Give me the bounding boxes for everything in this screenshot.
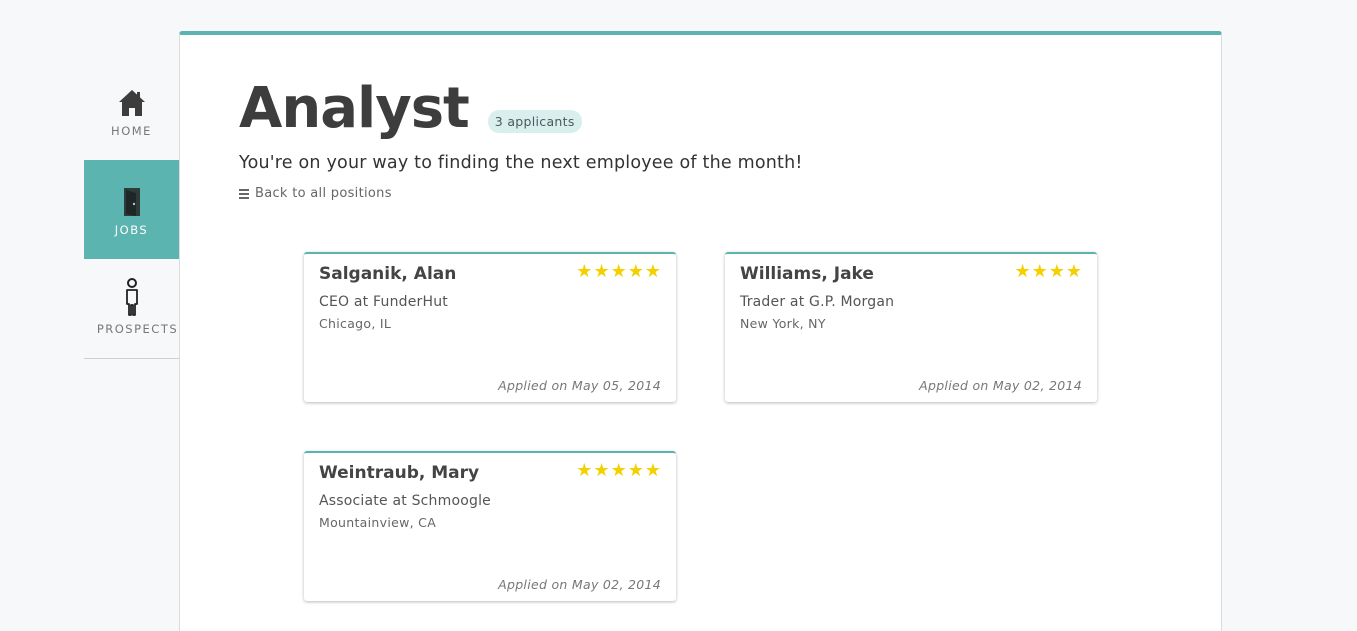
star-icon: ★: [627, 460, 644, 481]
back-to-positions-link[interactable]: Back to all positions: [239, 186, 392, 201]
nav-label-prospects: PROSPECTS: [96, 321, 179, 336]
star-icon: ★: [610, 261, 627, 282]
applicant-location: Mountainview, CA: [319, 515, 437, 530]
star-icon: ★: [593, 460, 610, 481]
applicant-card[interactable]: Salganik, Alan ★ ★ ★ ★ ★ CEO at FunderHut Ch…: [304, 252, 676, 402]
star-icon: ★: [593, 261, 610, 282]
star-icon: ★: [627, 261, 644, 282]
applicant-name: Weintraub, Mary: [319, 463, 480, 483]
title-row: Analyst 3 applicants: [239, 75, 582, 143]
star-icon: ★: [644, 460, 661, 481]
nav-item-jobs[interactable]: JOBS: [84, 160, 179, 259]
applicant-card[interactable]: Weintraub, Mary ★ ★ ★ ★ ★ Associate at Schmo…: [304, 451, 676, 601]
applicant-role: Associate at Schmoogle: [319, 493, 491, 509]
rating-stars: ★ ★ ★ ★ ★: [576, 462, 661, 480]
applied-date: Applied on May 05, 2014: [498, 378, 661, 393]
applicant-location: Chicago, IL: [319, 316, 392, 331]
nav-label-jobs: JOBS: [114, 222, 149, 237]
applied-date: Applied on May 02, 2014: [919, 378, 1082, 393]
applicant-name: Salganik, Alan: [319, 264, 457, 284]
nav-item-home[interactable]: HOME: [84, 61, 179, 160]
door-icon: [123, 183, 141, 217]
nav-item-prospects[interactable]: PROSPECTS: [84, 259, 179, 359]
home-icon: [118, 84, 146, 118]
applicant-role: Trader at G.P. Morgan: [740, 294, 895, 310]
star-icon: ★: [576, 261, 593, 282]
applicant-name: Williams, Jake: [740, 264, 874, 284]
page-subtitle: You're on your way to finding the next e…: [239, 153, 803, 173]
applicant-count-badge: 3 applicants: [487, 110, 582, 133]
applied-date: Applied on May 02, 2014: [498, 577, 661, 592]
star-icon: ★: [576, 460, 593, 481]
star-icon: ★: [610, 460, 627, 481]
nav-label-home: HOME: [111, 123, 152, 138]
rating-stars: ★ ★ ★ ★ ★: [576, 263, 661, 281]
star-icon: ★: [1014, 261, 1031, 282]
star-icon: ★: [1031, 261, 1048, 282]
star-icon: ★: [644, 261, 661, 282]
rating-stars: ★ ★ ★ ★: [1014, 263, 1082, 281]
person-icon: [124, 277, 140, 316]
page-title: Analyst: [239, 76, 470, 141]
star-icon: ★: [1048, 261, 1065, 282]
job-detail-panel: Analyst 3 applicants You're on your way …: [179, 31, 1222, 631]
back-link-label: Back to all positions: [255, 186, 392, 201]
sidebar-nav: HOME JOBS PROSPECTS: [84, 61, 179, 359]
list-icon: [239, 188, 249, 199]
applicant-card[interactable]: Williams, Jake ★ ★ ★ ★ Trader at G.P. Morga…: [725, 252, 1097, 402]
applicant-role: CEO at FunderHut: [319, 294, 448, 310]
star-icon: ★: [1065, 261, 1082, 282]
applicant-location: New York, NY: [740, 316, 826, 331]
